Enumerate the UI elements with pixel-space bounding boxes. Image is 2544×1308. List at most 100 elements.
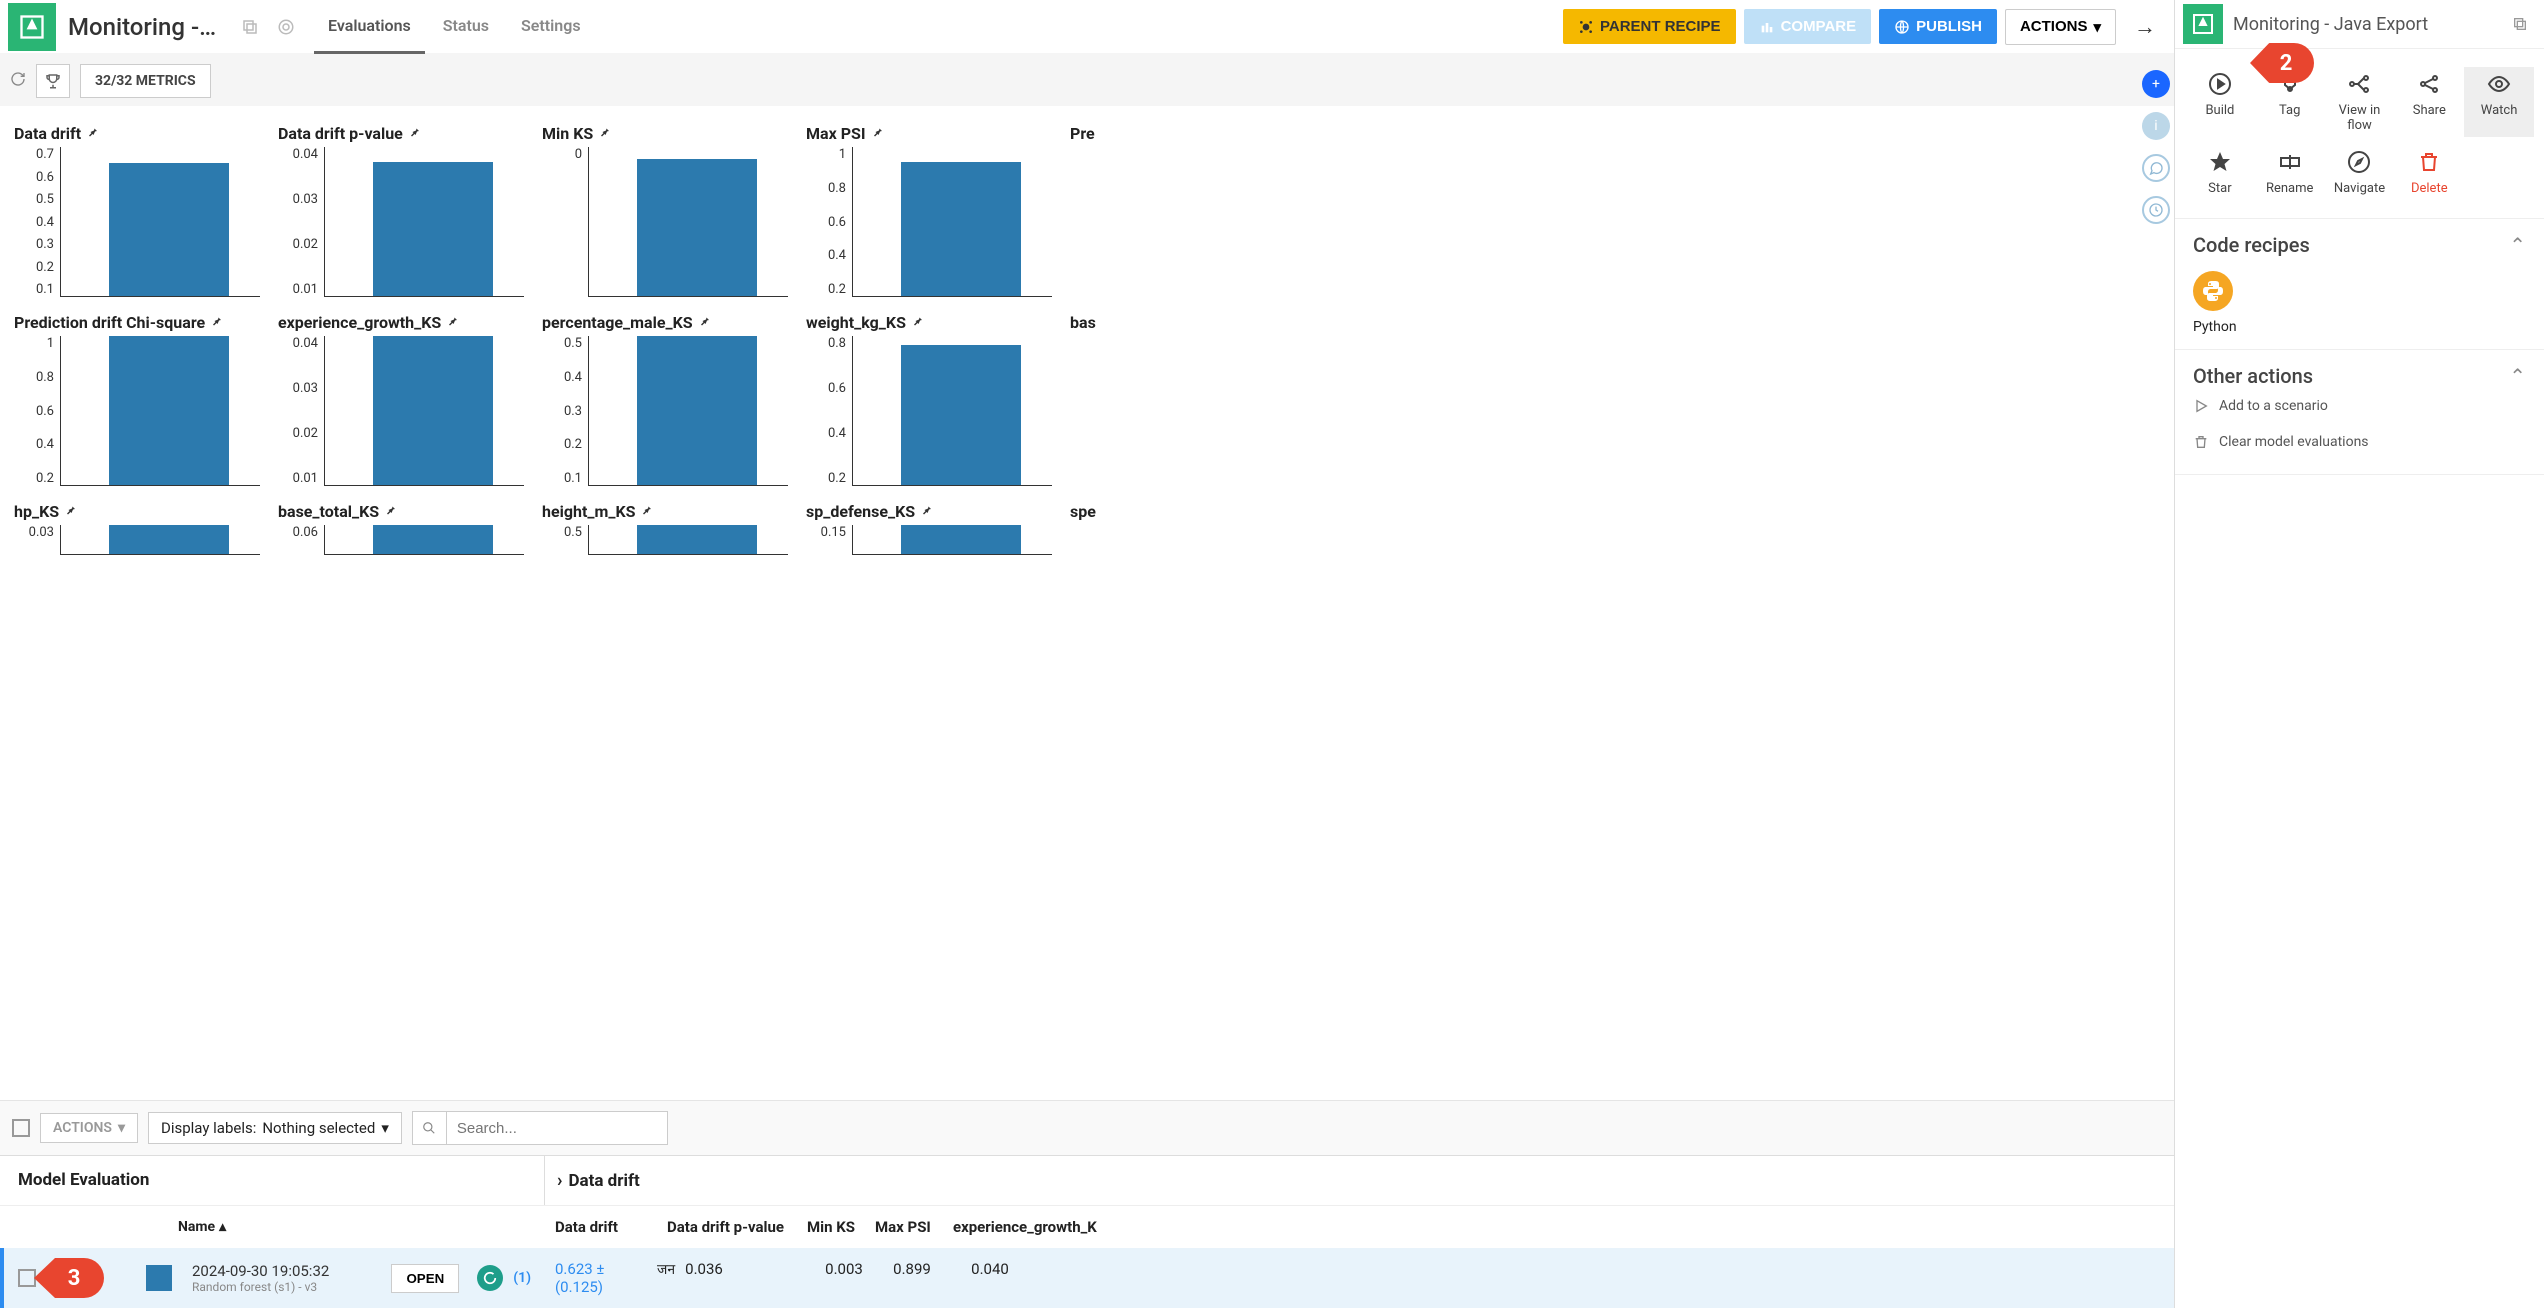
chart-title: Data drift [14,124,81,143]
parent-recipe-button[interactable]: PARENT RECIPE [1563,9,1736,44]
target-icon[interactable] [270,11,302,43]
column-min-ks[interactable]: Min KS [797,1218,865,1236]
chart-title: spe [1070,502,1096,521]
refresh-icon[interactable] [10,71,26,91]
pin-icon[interactable] [385,504,397,520]
pin-icon[interactable] [447,315,459,331]
chart-bar [637,336,757,485]
chart-tile[interactable]: percentage_male_KS0.50.40.30.20.1 [534,307,796,492]
delete-action[interactable]: Delete [2394,145,2464,200]
evaluations-table: Model Evaluation ›Data drift Name ▴ Data… [0,1155,2174,1308]
publish-button[interactable]: PUBLISH [1879,9,1997,44]
add-to-scenario-label: Add to a scenario [2219,398,2328,414]
code-recipes-header[interactable]: Code recipes ⌃ [2193,233,2526,257]
column-name-label: Name [178,1219,215,1235]
add-icon[interactable]: + [2142,70,2170,98]
navigate-action[interactable]: Navigate [2325,145,2395,200]
column-data-drift-p[interactable]: Data drift p-value [657,1218,797,1236]
chart-tile[interactable]: spe [1062,496,1324,561]
watch-action[interactable]: Watch [2464,67,2534,137]
pin-icon[interactable] [699,315,711,331]
build-action[interactable]: Build [2185,67,2255,137]
info-icon[interactable]: i [2142,112,2170,140]
table-row[interactable]: 3 2024-09-30 19:05:32 Random forest (s1)… [0,1248,2174,1308]
trophy-button[interactable] [36,64,70,98]
copy-icon[interactable] [234,11,266,43]
row-checkbox[interactable] [18,1269,36,1287]
tab-evaluations[interactable]: Evaluations [314,0,425,54]
app-logo[interactable] [8,3,56,51]
column-name[interactable]: Name ▴ [178,1219,226,1235]
compare-button[interactable]: COMPARE [1744,9,1872,44]
y-tick: 0.03 [293,381,318,396]
pin-icon[interactable] [65,504,77,520]
search-icon[interactable] [413,1112,447,1144]
expand-right-icon[interactable]: → [2124,14,2166,40]
rp-copy-icon[interactable] [2504,8,2536,40]
cell-data-drift: 0.623 ± (0.125) [545,1260,657,1296]
chat-icon[interactable] [2142,154,2170,182]
y-tick: 1 [839,147,846,162]
clear-evaluations[interactable]: Clear model evaluations [2193,424,2526,460]
column-max-psi[interactable]: Max PSI [865,1218,943,1236]
main-tabs: Evaluations Status Settings [314,0,595,54]
chart-tile[interactable]: Prediction drift Chi-square10.80.60.40.2 [6,307,268,492]
table-header-data-drift[interactable]: ›Data drift [545,1156,2174,1205]
history-icon[interactable] [2142,196,2170,224]
tab-status[interactable]: Status [429,0,503,54]
share-action[interactable]: Share [2394,67,2464,137]
view-in-flow-action[interactable]: View in flow [2325,67,2395,137]
y-tick: 0.7 [36,147,54,162]
chart-title: hp_KS [14,502,59,521]
chart-tile[interactable]: sp_defense_KS0.15 [798,496,1060,561]
pin-icon[interactable] [921,504,933,520]
rename-icon [2278,149,2302,175]
row-actions-label: ACTIONS [53,1120,112,1136]
chart-bar [109,525,229,554]
compass-icon [2347,149,2371,175]
status-count[interactable]: (1) [513,1270,531,1286]
cell-max-psi: 0.899 [883,1260,961,1296]
pin-icon[interactable] [599,126,611,142]
clear-evaluations-label: Clear model evaluations [2219,434,2369,450]
chart-tile[interactable]: hp_KS0.03 [6,496,268,561]
select-all-checkbox[interactable] [12,1119,30,1137]
star-action[interactable]: Star [2185,145,2255,200]
chart-tile[interactable]: Data drift0.70.60.50.40.30.20.1 [6,118,268,303]
metrics-count[interactable]: 32/32 METRICS [80,64,211,98]
chart-tile[interactable]: weight_kg_KS0.80.60.40.2 [798,307,1060,492]
open-button[interactable]: OPEN [391,1264,459,1293]
pin-icon[interactable] [872,126,884,142]
chart-tile[interactable]: height_m_KS0.5 [534,496,796,561]
pin-icon[interactable] [87,126,99,142]
python-recipe[interactable]: Python [2193,271,2526,335]
actions-button[interactable]: ACTIONS ▾ [2005,9,2116,45]
y-tick: 0.15 [821,525,846,540]
rp-logo[interactable] [2183,4,2223,44]
chart-tile[interactable]: Pre [1062,118,1324,303]
pin-icon[interactable] [641,504,653,520]
chart-tile[interactable]: Max PSI10.80.60.40.2 [798,118,1060,303]
chart-tile[interactable]: base_total_KS0.06 [270,496,532,561]
search-input[interactable] [447,1114,667,1143]
chart-tile[interactable]: Data drift p-value0.040.030.020.01 [270,118,532,303]
chart-tile[interactable]: experience_growth_KS0.040.030.020.01 [270,307,532,492]
status-icon[interactable] [477,1265,503,1291]
add-to-scenario[interactable]: Add to a scenario [2193,388,2526,424]
tab-settings[interactable]: Settings [507,0,595,54]
display-labels-dropdown[interactable]: Display labels: Nothing selected ▾ [148,1112,402,1144]
star-icon [2208,149,2232,175]
pin-icon[interactable] [409,126,421,142]
rename-action[interactable]: Rename [2255,145,2325,200]
other-actions-header[interactable]: Other actions ⌃ [2193,364,2526,388]
column-exp-growth[interactable]: experience_growth_K [943,1218,1113,1236]
pin-icon[interactable] [211,315,223,331]
chart-title: Min KS [542,124,593,143]
chart-tile[interactable]: Min KS0 [534,118,796,303]
row-actions-dropdown[interactable]: ACTIONS ▾ [40,1113,138,1143]
pin-icon[interactable] [912,315,924,331]
chart-tile[interactable]: bas [1062,307,1324,492]
column-data-drift[interactable]: Data drift [545,1218,657,1236]
metrics-bar: 32/32 METRICS [0,56,2174,106]
y-tick: 0.5 [564,336,582,351]
